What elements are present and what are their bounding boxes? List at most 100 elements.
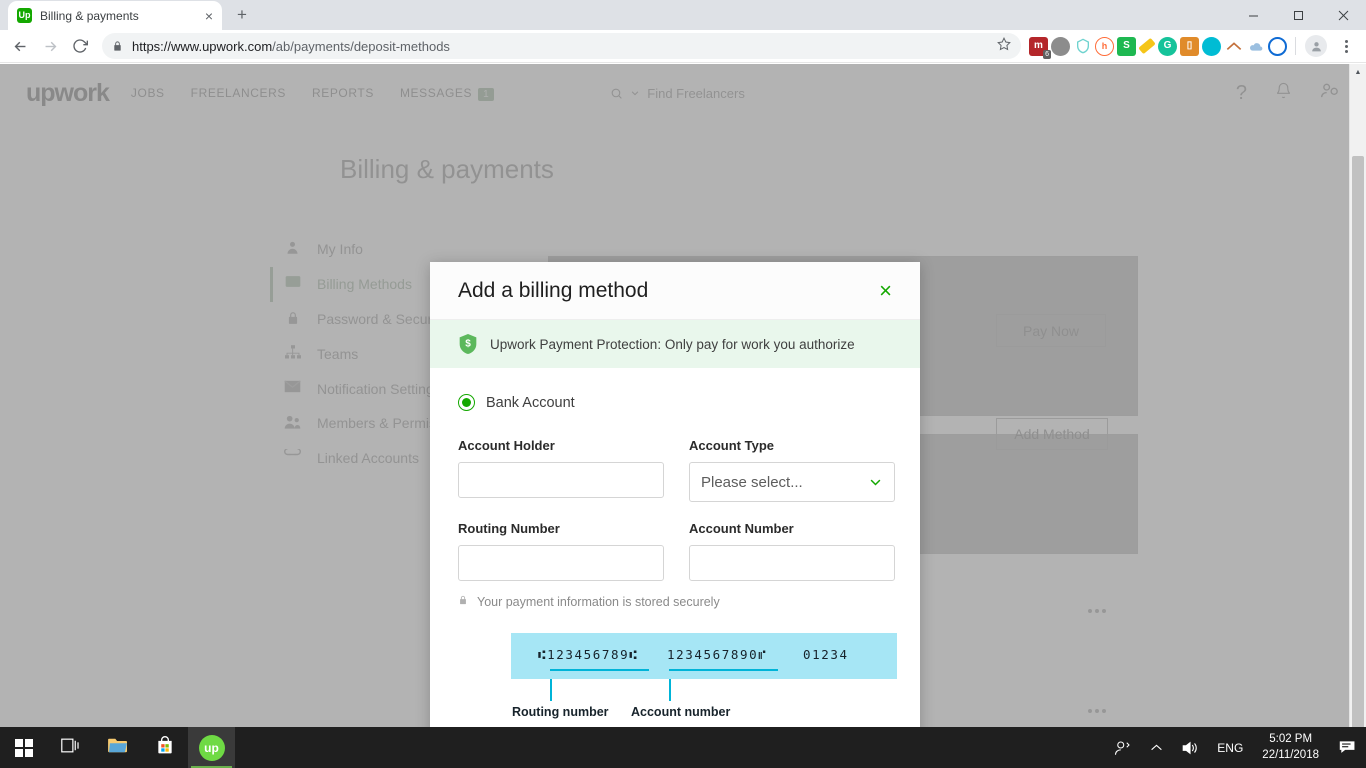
account-holder-group: Account Holder	[458, 438, 664, 502]
modal-title: Add a billing method	[458, 278, 649, 302]
cloud-extension-icon[interactable]	[1246, 36, 1265, 56]
task-view-button[interactable]	[47, 727, 94, 768]
routing-number-group: Routing Number	[458, 521, 664, 581]
check-captions: Routing number Account number	[511, 705, 897, 723]
check-micr-digits: 01234	[803, 647, 849, 662]
tab-strip: Up Billing & payments × +	[0, 0, 1366, 30]
page-scrollbar[interactable]: ▲	[1349, 64, 1366, 727]
start-button[interactable]	[0, 727, 47, 768]
ghostery-extension-icon[interactable]	[1051, 36, 1070, 56]
browser-toolbar: https://www.upwork.com/ab/payments/depos…	[0, 30, 1366, 63]
routing-number-label: Routing Number	[458, 521, 560, 536]
highlighter-extension-icon[interactable]	[1138, 37, 1156, 55]
account-underline	[669, 669, 778, 671]
lock-icon	[458, 594, 468, 609]
grammarly-extension-icon[interactable]: G	[1158, 36, 1177, 56]
chrome-upwork-button[interactable]: up	[188, 727, 235, 768]
check-pointer-lines	[511, 679, 897, 705]
chrome-menu-icon[interactable]	[1332, 32, 1360, 60]
lastpass-extension-icon[interactable]: m6	[1029, 36, 1051, 59]
scrollbar-thumb[interactable]	[1352, 156, 1364, 727]
close-window-button[interactable]	[1321, 0, 1366, 30]
language-indicator[interactable]: ENG	[1208, 727, 1252, 768]
close-icon[interactable]: ×	[879, 279, 892, 302]
routing-pointer-line	[550, 679, 552, 701]
account-holder-label: Account Holder	[458, 438, 555, 453]
opera-extension-icon[interactable]	[1268, 36, 1287, 56]
routing-micr-digits: ⑆123456789⑆	[538, 647, 639, 662]
task-view-icon	[61, 737, 80, 759]
window-controls	[1231, 0, 1366, 30]
toolbar-divider	[1295, 37, 1296, 55]
notification-icon[interactable]	[1329, 727, 1366, 768]
volume-icon[interactable]	[1172, 727, 1208, 768]
account-number-input[interactable]	[689, 545, 895, 581]
payment-protection-banner: $ Upwork Payment Protection: Only pay fo…	[430, 320, 920, 368]
svg-text:$: $	[465, 339, 471, 350]
routing-number-caption: Routing number	[512, 705, 609, 719]
modal-header: Add a billing method ×	[430, 262, 920, 320]
url-text: https://www.upwork.com/ab/payments/depos…	[132, 38, 450, 54]
people-tray-icon[interactable]	[1105, 727, 1141, 768]
windows-logo-icon	[14, 738, 33, 757]
arc-extension-icon[interactable]	[1224, 36, 1243, 56]
secure-note-text: Your payment information is stored secur…	[477, 594, 720, 609]
add-billing-method-modal: Add a billing method × $ Upwork Payment …	[430, 262, 920, 727]
windows-taskbar: up ENG 5:02 PM 22/11/2018	[0, 727, 1366, 768]
protection-text: Upwork Payment Protection: Only pay for …	[490, 336, 855, 352]
tab-close-icon[interactable]: ×	[205, 9, 213, 23]
account-type-select[interactable]: Please select...	[689, 462, 895, 502]
extensions-bar: m6 h S G ▯	[1029, 36, 1289, 59]
account-number-group: Account Number	[689, 521, 895, 581]
routing-number-input[interactable]	[458, 545, 664, 581]
honey-extension-icon[interactable]: h	[1095, 36, 1114, 56]
account-number-caption: Account number	[631, 705, 731, 719]
browser-tab[interactable]: Up Billing & payments ×	[8, 1, 222, 30]
account-type-group: Account Type Please select...	[689, 438, 895, 502]
robot-extension-icon[interactable]: ▯	[1180, 36, 1199, 56]
routing-underline	[550, 669, 649, 671]
bank-account-radio[interactable]	[458, 394, 475, 411]
bank-account-radio-row[interactable]: Bank Account	[458, 394, 892, 411]
shield-extension-icon[interactable]	[1073, 36, 1092, 56]
file-explorer-button[interactable]	[94, 727, 141, 768]
profile-avatar-icon[interactable]	[1302, 32, 1330, 60]
secure-storage-note: Your payment information is stored secur…	[458, 594, 892, 609]
star-icon[interactable]	[997, 36, 1011, 56]
clock-date: 22/11/2018	[1262, 748, 1319, 761]
bank-account-label: Bank Account	[486, 394, 575, 411]
clock[interactable]: 5:02 PM 22/11/2018	[1252, 727, 1329, 768]
modal-body: Bank Account Account Holder Account Type…	[430, 368, 920, 723]
address-bar[interactable]: https://www.upwork.com/ab/payments/depos…	[102, 33, 1021, 59]
account-micr-digits: 1234567890⑈	[667, 647, 768, 662]
check-illustration: ⑆123456789⑆ 1234567890⑈ 01234 Routing nu…	[458, 633, 897, 723]
lock-icon	[112, 40, 123, 52]
tab-title: Billing & payments	[40, 8, 139, 23]
check-graphic: ⑆123456789⑆ 1234567890⑈ 01234	[511, 633, 897, 679]
forward-arrow-icon[interactable]	[36, 32, 64, 60]
store-icon	[155, 735, 175, 760]
new-tab-button[interactable]: +	[228, 1, 256, 29]
browser-window: Up Billing & payments × + https://www.up…	[0, 0, 1366, 768]
upwork-icon: up	[198, 734, 225, 761]
upwork-favicon-icon: Up	[17, 8, 32, 23]
form-row-2: Routing Number Account Number	[458, 521, 895, 581]
chevron-up-icon[interactable]	[1141, 727, 1172, 768]
account-holder-input[interactable]	[458, 462, 664, 498]
teal-circle-extension-icon[interactable]	[1202, 36, 1221, 56]
account-type-label: Account Type	[689, 438, 774, 453]
form-row-1: Account Holder Account Type Please selec…	[458, 438, 895, 502]
minimize-button[interactable]	[1231, 0, 1276, 30]
grammar-s-extension-icon[interactable]: S	[1117, 36, 1136, 56]
page-viewport: upwork JOBS FREELANCERS REPORTS MESSAGES…	[0, 64, 1366, 727]
clock-time: 5:02 PM	[1269, 732, 1313, 745]
maximize-button[interactable]	[1276, 0, 1321, 30]
scroll-up-arrow-icon[interactable]: ▲	[1350, 64, 1366, 81]
folder-icon	[107, 736, 129, 759]
system-tray: ENG 5:02 PM 22/11/2018	[1105, 727, 1366, 768]
shield-dollar-icon: $	[458, 333, 478, 355]
microsoft-store-button[interactable]	[141, 727, 188, 768]
back-arrow-icon[interactable]	[6, 32, 34, 60]
reload-icon[interactable]	[66, 32, 94, 60]
account-pointer-line	[669, 679, 671, 701]
